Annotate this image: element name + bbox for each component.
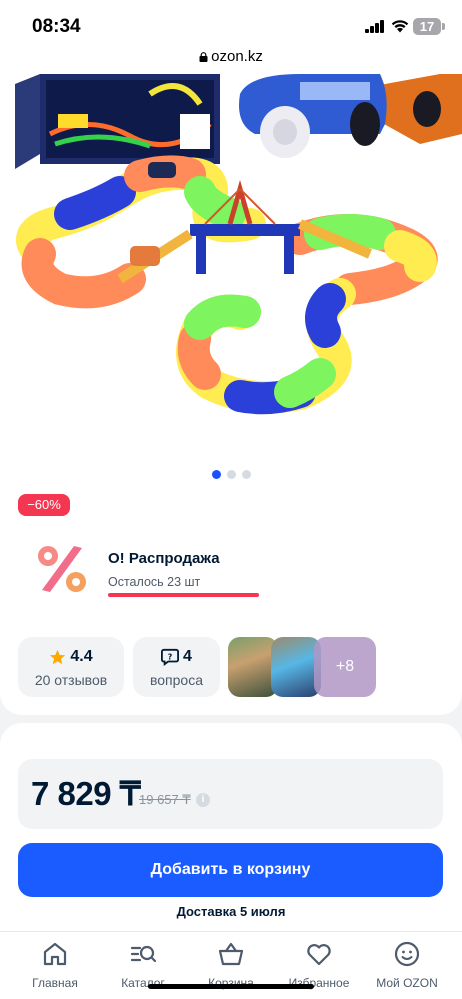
carousel-dot-active[interactable]	[211, 470, 221, 479]
battery-tip	[442, 23, 445, 30]
product-image-carousel[interactable]	[0, 74, 462, 454]
discount-badge: −60%	[18, 494, 70, 516]
carousel-dot[interactable]	[241, 470, 251, 479]
bridge-graphic	[117, 179, 372, 284]
product-photo	[15, 74, 462, 415]
questions-value: 4	[183, 648, 192, 665]
nav-label: Мой OZON	[376, 976, 438, 990]
price-card: 7 829 ₸ 19 657 ₸ i	[18, 759, 443, 829]
toy-box-graphic	[15, 74, 220, 169]
star-icon	[50, 649, 66, 664]
nav-profile[interactable]: Мой OZON	[364, 940, 450, 990]
signal-icon	[365, 20, 385, 33]
url-bar[interactable]: ozon.kz	[0, 48, 462, 74]
add-to-cart-button[interactable]: Добавить в корзину	[18, 843, 443, 897]
rating-card[interactable]: 4.4 20 отзывов	[18, 637, 124, 697]
questions-card[interactable]: ? 4 вопроса	[133, 637, 220, 697]
smiley-icon	[394, 941, 420, 967]
catalog-search-icon	[130, 945, 157, 963]
more-photos-button[interactable]: +8	[314, 637, 376, 697]
rating-value: 4.4	[70, 648, 93, 665]
reviews-count: 20 отзывов	[34, 672, 108, 688]
nav-label: Главная	[32, 976, 78, 990]
nav-home[interactable]: Главная	[12, 940, 98, 990]
heart-icon	[307, 944, 331, 966]
delivery-date: Доставка 5 июля	[176, 904, 286, 919]
home-indicator	[148, 984, 314, 989]
product-info-block: −60% О! Распродажа Осталось 23 шт 4.4 20…	[0, 490, 462, 715]
status-bar: 08:34 17	[0, 0, 462, 48]
sale-progress-bar	[108, 593, 259, 597]
small-car-graphic	[148, 162, 176, 178]
questions-label: вопроса	[149, 672, 203, 688]
basket-icon	[218, 942, 244, 966]
nav-cart[interactable]: Корзина	[188, 940, 274, 990]
small-car-graphic	[130, 246, 160, 266]
carousel-dot[interactable]	[226, 470, 236, 479]
nav-favorites[interactable]: Избранное	[276, 940, 362, 990]
lock-icon	[199, 52, 208, 62]
svg-text:?: ?	[168, 651, 173, 661]
percent-sale-icon	[38, 546, 86, 592]
info-icon[interactable]: i	[196, 793, 210, 807]
toy-car-graphic	[239, 74, 462, 158]
old-price: 19 657 ₸	[139, 792, 191, 807]
nav-catalog[interactable]: Каталог	[100, 940, 186, 990]
sale-title[interactable]: О! Распродажа	[108, 550, 220, 567]
current-price: 7 829 ₸	[31, 775, 141, 812]
wifi-icon	[391, 20, 409, 33]
url-text: ozon.kz	[211, 48, 263, 65]
question-bubble-icon: ?	[161, 648, 180, 666]
product-page: 08:34 17 ozon.kz −60% О! Распродажа Оста…	[0, 0, 462, 999]
home-icon	[43, 942, 67, 966]
status-time: 08:34	[32, 16, 81, 37]
track-graphic	[16, 155, 438, 415]
sale-remaining-stock: Осталось 23 шт	[108, 575, 201, 589]
battery-indicator: 17	[413, 18, 441, 35]
